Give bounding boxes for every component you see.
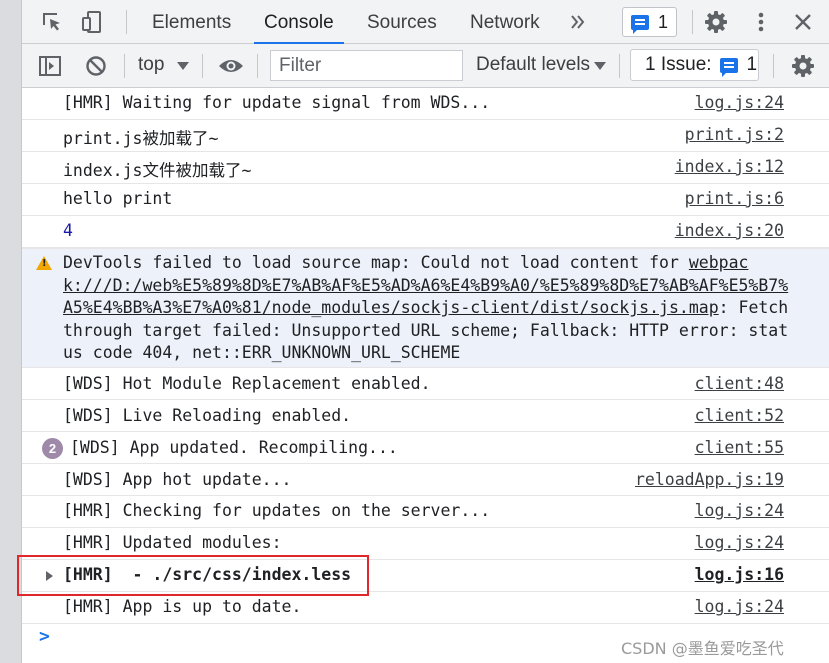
message-text: hello print [63,189,173,208]
toolbar-separator [124,54,125,78]
message-text: index.js文件被加载了~ [63,161,252,180]
watermark: CSDN @墨鱼爱吃圣代 [621,639,784,658]
message-text: [HMR] Updated modules: [63,533,282,552]
console-warning: DevTools failed to load source map: Coul… [22,248,829,368]
toolbar-separator [202,54,203,78]
message-source-link[interactable]: client:52 [695,406,784,425]
message-source-link[interactable]: log.js:24 [695,533,784,552]
devtools-tab-bar: Elements Console Sources Network 1 [22,0,829,44]
expand-triangle-icon[interactable] [46,571,53,581]
console-message: [HMR] Waiting for update signal from WDS… [22,88,829,120]
console-message: [HMR] Updated modules: log.js:24 [22,528,829,560]
message-source-link[interactable]: client:48 [695,374,784,393]
message-source-link[interactable]: log.js:24 [695,597,784,616]
eye-icon[interactable] [217,52,245,80]
console-message-number: 4 index.js:20 [22,216,829,248]
console-message: [WDS] Hot Module Replacement enabled. cl… [22,368,829,400]
console-group-row[interactable]: [HMR] - ./src/css/index.less log.js:16 [22,560,829,592]
context-dropdown-icon[interactable] [177,62,189,70]
message-text: [HMR] Waiting for update signal from WDS… [63,93,491,112]
message-source-link[interactable]: log.js:16 [695,565,784,584]
tab-network[interactable]: Network [470,0,540,44]
tab-console[interactable]: Console [254,0,344,44]
gear-icon[interactable] [702,8,730,36]
tab-separator [126,10,127,34]
message-source-link[interactable]: print.js:6 [685,189,784,208]
message-source-link[interactable]: log.js:24 [695,93,784,112]
message-text: [WDS] Hot Module Replacement enabled. [63,374,431,393]
warning-text: DevTools failed to load source map: Coul… [63,252,789,365]
kebab-menu-icon[interactable] [747,8,775,36]
message-text: print.js被加载了~ [63,129,219,148]
console-message: index.js文件被加载了~ index.js:12 [22,152,829,184]
tab-elements[interactable]: Elements [152,0,231,44]
warning-icon [36,256,52,270]
message-source-link[interactable]: print.js:2 [685,125,784,144]
tab-separator [692,10,693,34]
double-chevron-right-icon[interactable] [564,8,592,36]
log-levels-dropdown[interactable]: Default levels [476,54,590,76]
message-text: [WDS] App hot update... [63,470,292,489]
message-source-link[interactable]: reloadApp.js:19 [635,470,784,489]
console-message: [HMR] Checking for updates on the server… [22,496,829,528]
left-edge-strip [0,0,22,663]
message-number-value: 4 [63,221,73,240]
context-selector[interactable]: top [138,54,164,76]
console-message: [HMR] App is up to date. log.js:24 [22,592,829,624]
toolbar-separator [619,54,620,78]
message-text: [HMR] - ./src/css/index.less [63,565,352,584]
issues-count: 1 [746,54,758,75]
messages-count-button[interactable]: 1 [622,7,677,37]
message-bubble-icon [631,14,649,34]
console-settings-gear-icon[interactable] [789,52,817,80]
clear-console-icon[interactable] [82,52,110,80]
toolbar-separator [257,54,258,78]
console-message: [WDS] App hot update... reloadApp.js:19 [22,464,829,496]
filter-input[interactable] [270,50,463,81]
message-source-link[interactable]: log.js:24 [695,501,784,520]
levels-dropdown-icon[interactable] [594,62,606,70]
issues-label: 1 Issue: [645,54,712,75]
message-source-link[interactable]: client:55 [695,438,784,457]
message-source-link[interactable]: index.js:12 [675,157,784,176]
issues-button[interactable]: 1 Issue: 1 [630,49,759,81]
message-text: [HMR] App is up to date. [63,597,302,616]
repeat-count-badge: 2 [42,438,63,459]
message-text: [HMR] Checking for updates on the server… [63,501,491,520]
console-message: hello print print.js:6 [22,184,829,216]
message-source-link[interactable]: index.js:20 [675,221,784,240]
console-message: [WDS] Live Reloading enabled. client:52 [22,400,829,432]
console-toolbar: top Default levels 1 Issue: 1 [22,44,829,88]
show-sidebar-icon[interactable] [36,52,64,80]
messages-count: 1 [658,11,669,32]
message-text: [WDS] App updated. Recompiling... [70,438,398,457]
console-prompt[interactable]: > [39,626,50,647]
devtools-panel: Elements Console Sources Network 1 top F… [22,0,829,663]
inspect-element-icon[interactable] [38,8,66,36]
console-message: print.js被加载了~ print.js:2 [22,120,829,152]
toolbar-separator [773,54,774,78]
tab-sources[interactable]: Sources [367,0,437,44]
message-text: [WDS] Live Reloading enabled. [63,406,352,425]
warning-prefix: DevTools failed to load source map: Coul… [63,253,689,272]
device-toolbar-icon[interactable] [78,8,106,36]
close-icon[interactable] [789,8,817,36]
issue-bubble-icon [719,57,738,77]
console-message-repeated: 2 [WDS] App updated. Recompiling... clie… [22,432,829,464]
